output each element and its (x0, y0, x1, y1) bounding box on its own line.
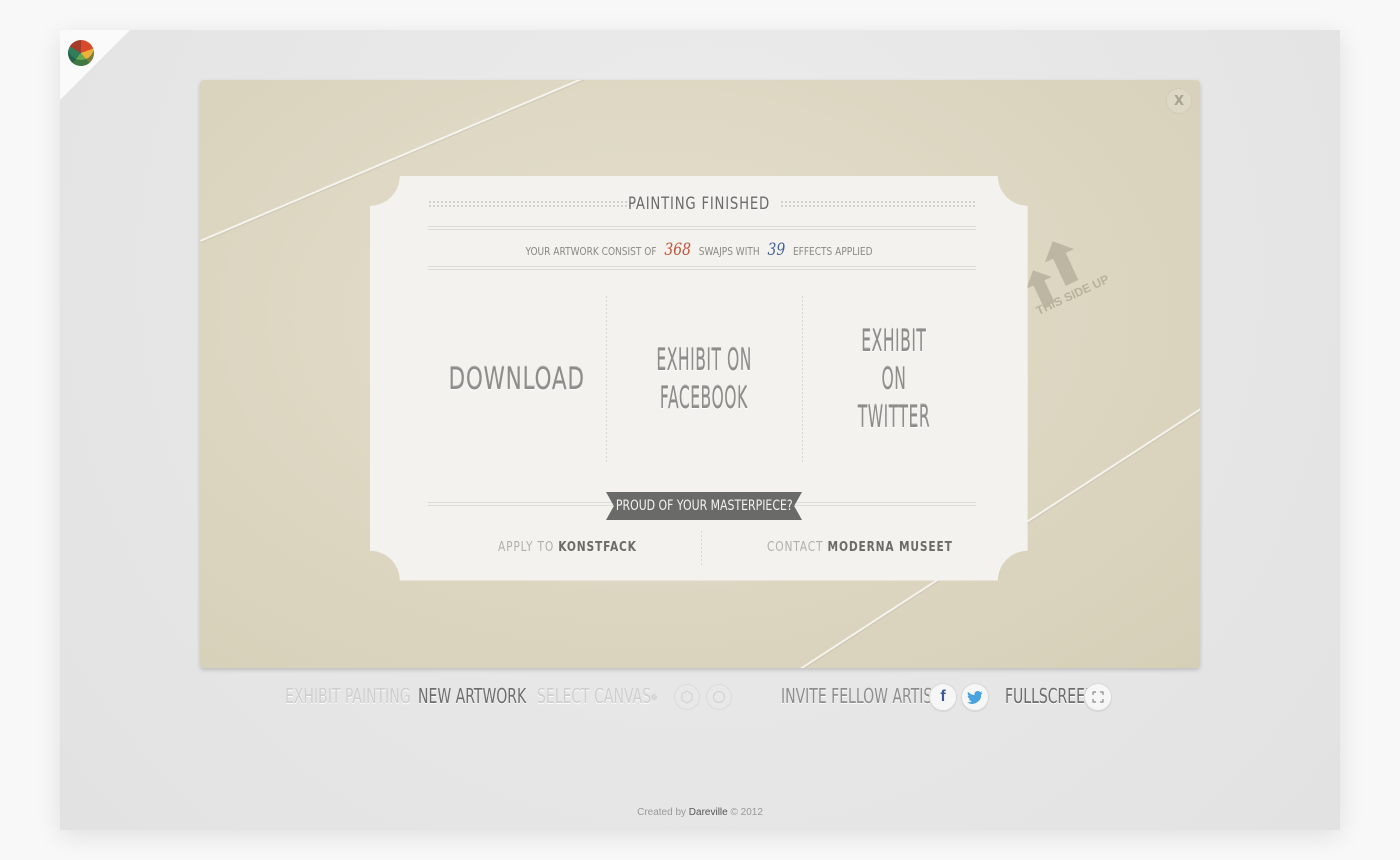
invite-artists-label: INVITE FELLOW ARTISTS (781, 684, 950, 708)
this-side-up-stamp: THIS SIDE UP (1013, 218, 1137, 333)
apply-prefix: APPLY TO (498, 540, 555, 555)
footer-prefix: Created by (637, 807, 687, 818)
facebook-invite-button[interactable]: f (929, 683, 957, 711)
fullscreen-icon (1092, 691, 1104, 703)
stats-rule (428, 266, 976, 270)
effects-count: 39 (767, 240, 786, 260)
download-label: DOWNLOAD (448, 362, 586, 397)
bottom-toolbar: EXHIBIT PAINTING NEW ARTWORK SELECT CANV… (60, 682, 1340, 712)
painting-finished-card: PAINTING FINISHED YOUR ARTWORK CONSIST O… (370, 176, 1028, 581)
footer-credit: Created by Dareville © 2012 (60, 807, 1340, 818)
masterpiece-ribbon: PROUD OF YOUR MASTERPIECE? (606, 492, 802, 520)
apply-target: KONSTFACK (558, 540, 637, 555)
contact-target: MODERNA MUSEET (827, 540, 953, 555)
new-artwork-button[interactable]: NEW ARTWORK (418, 684, 526, 708)
title-rule (428, 226, 976, 230)
twitter-invite-button[interactable] (961, 683, 989, 711)
download-button[interactable]: DOWNLOAD (428, 296, 606, 464)
stats-suffix: EFFECTS APPLIED (792, 245, 873, 258)
corner-fold (60, 30, 130, 100)
stats-middle: SWAJPS WITH (698, 245, 760, 258)
canvas-option-circle[interactable] (706, 684, 732, 710)
footer-brand-link[interactable]: Dareville (689, 807, 728, 818)
circle-icon (713, 691, 725, 703)
apply-konstfack-link[interactable]: APPLY TO KONSTFACK (498, 540, 667, 555)
app-frame: X THIS SIDE UP PAINTING FINISHED YOUR AR… (60, 30, 1340, 830)
twitter-line-1: EXHIBIT (861, 324, 927, 359)
facebook-line-2: FACEBOOK (660, 381, 748, 416)
fullscreen-label[interactable]: FULLSCREEN (1005, 684, 1095, 708)
exhibit-painting-button[interactable]: EXHIBIT PAINTING (285, 684, 411, 708)
ribbon-label: PROUD OF YOUR MASTERPIECE? (615, 498, 793, 514)
card-title: PAINTING FINISHED (627, 194, 771, 214)
select-canvas-label: SELECT CANVAS (537, 684, 652, 708)
facebook-line-1: EXHIBIT ON (656, 343, 752, 378)
hexagon-icon (681, 690, 693, 704)
canvas-option-small[interactable] (651, 694, 657, 700)
facebook-icon: f (940, 688, 946, 705)
exhibit-facebook-button[interactable]: EXHIBIT ON FACEBOOK (606, 296, 802, 464)
twitter-line-2: ON TWITTER (857, 362, 931, 435)
divider (701, 531, 702, 567)
contact-prefix: CONTACT (767, 540, 824, 555)
artwork-stats: YOUR ARTWORK CONSIST OF 368 SWAJPS WITH … (429, 240, 969, 260)
painting-board: X THIS SIDE UP PAINTING FINISHED YOUR AR… (200, 80, 1200, 668)
stats-prefix: YOUR ARTWORK CONSIST OF (525, 245, 657, 258)
close-button[interactable]: X (1166, 88, 1192, 114)
fullscreen-button[interactable] (1084, 683, 1112, 711)
canvas-option-hexagon[interactable] (674, 684, 700, 710)
twitter-icon (967, 690, 983, 704)
footer-suffix: © 2012 (730, 807, 763, 818)
contact-moderna-link[interactable]: CONTACT MODERNA MUSEET (767, 540, 993, 555)
exhibit-twitter-button[interactable]: EXHIBIT ON TWITTER (802, 296, 986, 464)
swaps-count: 368 (664, 240, 691, 260)
logo-icon[interactable] (68, 40, 94, 66)
